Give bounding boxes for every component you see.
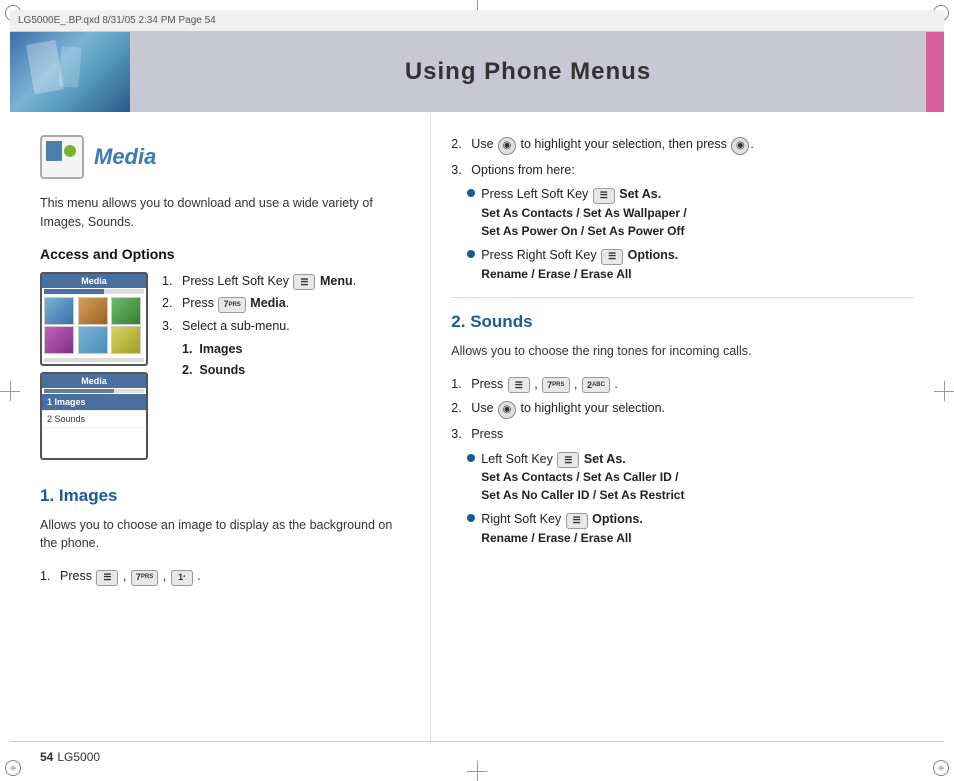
step-2: 2. Press 7PRS Media. [162, 294, 356, 313]
grid-item-3 [111, 297, 141, 325]
header-image [10, 32, 130, 112]
images-bullet-2: Press Right Soft Key ☰ Options. Rename /… [467, 246, 914, 283]
sub-steps: 1. Images 2. Sounds [182, 340, 356, 380]
sub-step-sounds: 2. Sounds [182, 361, 356, 380]
phone-screen-1-grid [42, 295, 146, 356]
sounds-description: Allows you to choose the ring tones for … [451, 342, 914, 361]
media-description: This menu allows you to download and use… [40, 194, 410, 232]
phone-screen-1-title: Media [42, 274, 146, 288]
images-right-step-2: 2. Use ◉ to highlight your selection, th… [451, 135, 914, 155]
sounds-step-2: 2. Use ◉ to highlight your selection. [451, 399, 914, 419]
menu-key-2: ☰ [96, 570, 118, 586]
access-heading: Access and Options [40, 246, 410, 262]
phone-list-item-1: Images [42, 394, 146, 411]
page-title: Using Phone Menus [130, 58, 926, 86]
set-as-options: Set As Contacts / Set As Wallpaper /Set … [481, 204, 914, 240]
options-1: Rename / Erase / Erase All [481, 265, 914, 283]
sounds-step-3: 3. Press [451, 425, 914, 444]
images-description: Allows you to choose an image to display… [40, 516, 410, 554]
sounds-options: Rename / Erase / Erase All [481, 529, 914, 547]
1-key: 1▪ [171, 570, 193, 586]
file-info-bar: LG5000E_.BP.qxd 8/31/05 2:34 PM Page 54 [10, 10, 944, 32]
images-section-title: 1. Images [40, 486, 410, 506]
nav-icon-1: ◉ [498, 137, 516, 155]
footer: 54 LG5000 [10, 741, 944, 771]
bullet-dot-1 [467, 189, 475, 197]
images-bullet-1: Press Left Soft Key ☰ Set As. Set As Con… [467, 185, 914, 240]
sounds-bullet-2: Right Soft Key ☰ Options. Rename / Erase… [467, 510, 914, 547]
sub-step-images: 1. Images [182, 340, 356, 359]
sounds-menu-key: ☰ [508, 377, 530, 393]
sounds-set-as-options: Set As Contacts / Set As Caller ID /Set … [481, 468, 914, 504]
sounds-bullet-1: Left Soft Key ☰ Set As. Set As Contacts … [467, 450, 914, 505]
right-key-icon-1: ☰ [601, 249, 623, 265]
header-bar: Using Phone Menus [10, 32, 944, 112]
7prs-key-icon: 7PRS [218, 297, 245, 313]
sounds-step-1: 1. Press ☰ , 7PRS , 2ABC . [451, 375, 914, 394]
step-3: 3. Select a sub-menu. [162, 317, 356, 336]
sounds-bullets: Left Soft Key ☰ Set As. Set As Contacts … [467, 450, 914, 548]
sounds-section-title: 2. Sounds [451, 312, 914, 332]
sounds-nav-icon: ◉ [498, 401, 516, 419]
sounds-7prs-key: 7PRS [542, 377, 569, 393]
left-column: Media This menu allows you to download a… [10, 115, 430, 741]
grid-item-2 [78, 297, 108, 325]
file-info-text: LG5000E_.BP.qxd 8/31/05 2:34 PM Page 54 [18, 15, 216, 26]
grid-item-6 [111, 326, 141, 354]
divider [451, 297, 914, 298]
phone-screen-2: Media Images Sounds [40, 372, 148, 460]
phone-screen-1-progress [44, 289, 144, 294]
grid-item-5 [78, 326, 108, 354]
footer-brand: LG5000 [57, 750, 100, 764]
footer-page-number: 54 [40, 750, 53, 764]
sounds-bullet-dot-1 [467, 454, 475, 462]
media-title: Media [94, 144, 156, 170]
phone-screen-1: Media [40, 272, 148, 366]
phone-screenshots: Media Media Images [40, 272, 148, 460]
right-column: 2. Use ◉ to highlight your selection, th… [430, 115, 944, 741]
media-header: Media [40, 135, 410, 179]
images-bullets: Press Left Soft Key ☰ Set As. Set As Con… [467, 185, 914, 283]
sounds-left-key-icon: ☰ [557, 452, 579, 468]
7prs-key-2: 7PRS [131, 570, 158, 586]
left-key-icon-1: ☰ [593, 188, 615, 204]
pink-accent [926, 32, 944, 112]
step-1: 1. Press Left Soft Key ☰ Menu. [162, 272, 356, 291]
ok-icon: ◉ [731, 137, 749, 155]
sounds-2abc-key: 2ABC [582, 377, 610, 393]
phone-list-item-2: Sounds [42, 411, 146, 428]
access-steps: 1. Press Left Soft Key ☰ Menu. 2. Press … [162, 272, 356, 382]
content-area: Media This menu allows you to download a… [10, 115, 944, 741]
bullet-dot-2 [467, 250, 475, 258]
menu-key-icon: ☰ [293, 274, 315, 290]
grid-item-1 [44, 297, 74, 325]
phone-screen-2-progress [44, 389, 144, 393]
media-icon [40, 135, 84, 179]
images-step-1: 1. Press ☰ , 7PRS , 1▪ . [40, 567, 410, 586]
sounds-right-key-icon: ☰ [566, 513, 588, 529]
sounds-bullet-dot-2 [467, 514, 475, 522]
grid-item-4 [44, 326, 74, 354]
phone-screen-2-title: Media [42, 374, 146, 388]
images-right-step-3: 3. Options from here: [451, 161, 914, 180]
